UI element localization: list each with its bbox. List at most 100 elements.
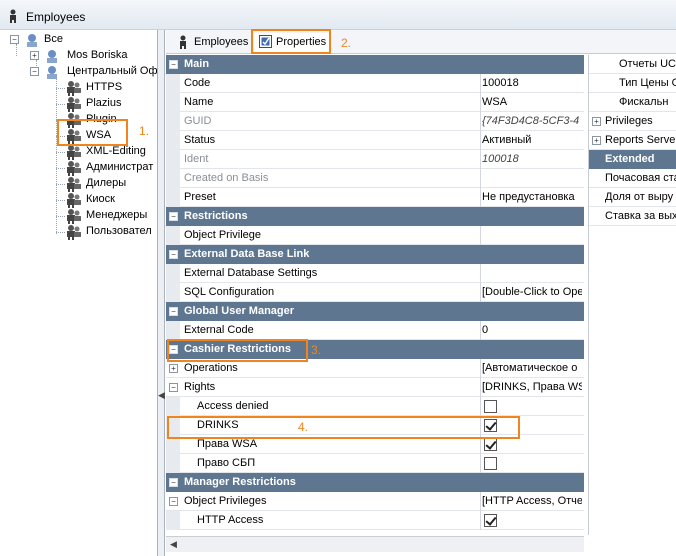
property-value: {74F3D4C8-5CF3-4 <box>482 115 580 127</box>
property-value[interactable]: [DRINKS, Права WS <box>482 381 582 393</box>
category-extended[interactable]: Extended <box>589 150 676 169</box>
prava-sbp-checkbox[interactable] <box>484 457 497 470</box>
right-pane-extended-row[interactable]: Доля от выру <box>589 188 676 207</box>
property-value: 100018 <box>482 153 519 165</box>
right-pane-row-label: Тип Цены О <box>619 77 676 89</box>
property-access-denied[interactable]: Access denied <box>166 397 584 416</box>
tree-label-employee: Plazius <box>86 97 122 109</box>
employee-tree[interactable]: − Все + Mos Boriska − Центральный Оф HTT… <box>0 30 158 556</box>
annotation-box-2 <box>251 29 331 54</box>
collapse-left-icon[interactable]: ◀ <box>158 390 165 401</box>
property-ident[interactable]: Ident 100018 <box>166 150 584 169</box>
property-sql-configuration[interactable]: SQL Configuration [Double-Click to Ope <box>166 283 584 302</box>
property-value[interactable]: [Double-Click to Ope <box>482 286 582 298</box>
horizontal-scrollbar[interactable]: ◀ <box>166 536 584 552</box>
expand-icon[interactable]: + <box>169 364 178 373</box>
expand-icon[interactable]: + <box>30 51 39 60</box>
property-http-access[interactable]: HTTP Access <box>166 511 584 530</box>
property-value[interactable]: Не предустановка <box>482 191 582 203</box>
tree-label-group2: Центральный Оф <box>67 65 158 77</box>
right-pane-row-label: Reports Server <box>605 134 676 146</box>
category-main[interactable]: − Main <box>166 55 584 74</box>
tab-bar: Employees Properties <box>166 30 676 54</box>
collapse-icon[interactable]: − <box>169 212 178 221</box>
collapse-icon[interactable]: − <box>169 60 178 69</box>
employee-icon <box>65 224 83 243</box>
right-pane-row[interactable]: Тип Цены О <box>589 74 676 93</box>
collapse-icon[interactable]: − <box>169 497 178 506</box>
right-pane-extended-row[interactable]: Ставка за вых <box>589 207 676 226</box>
property-label: HTTP Access <box>197 514 264 526</box>
group-icon <box>24 32 40 51</box>
category-external-db-label: External Data Base Link <box>184 248 310 260</box>
category-external-db[interactable]: − External Data Base Link <box>166 245 584 264</box>
window-titlebar: Employees <box>0 0 676 30</box>
right-pane-extended-label: Доля от выру <box>605 191 674 203</box>
property-status[interactable]: Status Активный <box>166 131 584 150</box>
tree-label-employee: Пользовател <box>86 225 152 237</box>
right-pane-row[interactable]: + Reports Server <box>589 131 676 150</box>
property-preset[interactable]: Preset Не предустановка <box>166 188 584 207</box>
property-external-db-settings[interactable]: External Database Settings <box>166 264 584 283</box>
property-label: Object Privilege <box>184 229 262 241</box>
property-object-privileges[interactable]: − Object Privileges [HTTP Access, Отче <box>166 492 584 511</box>
property-value[interactable]: 100018 <box>482 77 582 89</box>
http-access-checkbox[interactable] <box>484 514 497 527</box>
property-value[interactable]: [Автоматическое о <box>482 362 582 374</box>
expand-icon[interactable]: + <box>592 136 601 145</box>
prava-wsa-checkbox[interactable] <box>484 438 497 451</box>
access-denied-checkbox[interactable] <box>484 400 497 413</box>
annotation-label-2: 2. <box>341 36 352 50</box>
property-label: Право СБП <box>197 457 256 469</box>
property-value[interactable]: Активный <box>482 134 582 146</box>
property-guid[interactable]: GUID {74F3D4C8-5CF3-4 <box>166 112 584 131</box>
property-created-on-basis[interactable]: Created on Basis <box>166 169 584 188</box>
tab-employees-label: Employees <box>194 36 249 48</box>
annotation-box-3 <box>167 339 308 362</box>
right-pane-row[interactable]: Фискальн <box>589 93 676 112</box>
property-label: Preset <box>184 191 216 203</box>
property-value[interactable]: WSA <box>482 96 582 108</box>
collapse-icon[interactable]: − <box>10 35 19 44</box>
window-title: Employees <box>26 10 86 24</box>
annotation-label-3: 3. <box>311 343 322 357</box>
category-global-user-manager[interactable]: − Global User Manager <box>166 302 584 321</box>
property-external-code[interactable]: External Code 0 <box>166 321 584 340</box>
collapse-icon[interactable]: − <box>169 307 178 316</box>
property-label: Status <box>184 134 216 146</box>
collapse-icon[interactable]: − <box>169 383 178 392</box>
scroll-left-icon[interactable]: ◀ <box>170 539 177 550</box>
tree-label-employee: Менеджеры <box>86 209 148 221</box>
property-label: Права WSA <box>197 438 258 450</box>
category-restrictions[interactable]: − Restrictions <box>166 207 584 226</box>
right-pane-extended-label: Ставка за вых <box>605 210 676 222</box>
property-value[interactable]: 0 <box>482 324 582 336</box>
collapse-icon[interactable]: − <box>30 67 39 76</box>
tree-label-group1: Mos Boriska <box>67 49 128 61</box>
property-code[interactable]: Code 100018 <box>166 74 584 93</box>
annotation-label-4: 4. <box>298 420 309 434</box>
right-pane-row-label: Privileges <box>605 115 653 127</box>
right-property-pane[interactable]: Отчеты UCSТип Цены ОФискальн+Privileges+… <box>588 55 676 535</box>
tree-label-root: Все <box>44 33 63 45</box>
expand-icon[interactable]: + <box>592 117 601 126</box>
category-manager-restrictions[interactable]: − Manager Restrictions <box>166 473 584 492</box>
property-value[interactable]: [HTTP Access, Отче <box>482 495 582 507</box>
property-object-privilege[interactable]: Object Privilege <box>166 226 584 245</box>
property-label: GUID <box>184 115 212 127</box>
property-rights[interactable]: − Rights [DRINKS, Права WS <box>166 378 584 397</box>
property-grid[interactable]: − Main Code 100018 Name WSA GUID {74F3D4… <box>166 55 584 535</box>
property-label: SQL Configuration <box>184 286 275 298</box>
property-label: Created on Basis <box>184 172 269 184</box>
collapse-icon[interactable]: − <box>169 478 178 487</box>
category-global-user-label: Global User Manager <box>184 305 295 317</box>
right-pane-extended-row[interactable]: Почасовая ста <box>589 169 676 188</box>
tab-employees[interactable]: Employees <box>172 33 252 53</box>
property-name[interactable]: Name WSA <box>166 93 584 112</box>
group-icon <box>44 64 60 83</box>
right-pane-row[interactable]: + Privileges <box>589 112 676 131</box>
pane-splitter[interactable]: ◀ <box>158 30 165 556</box>
collapse-icon[interactable]: − <box>169 250 178 259</box>
right-pane-row[interactable]: Отчеты UCS <box>589 55 676 74</box>
property-prava-sbp[interactable]: Право СБП <box>166 454 584 473</box>
